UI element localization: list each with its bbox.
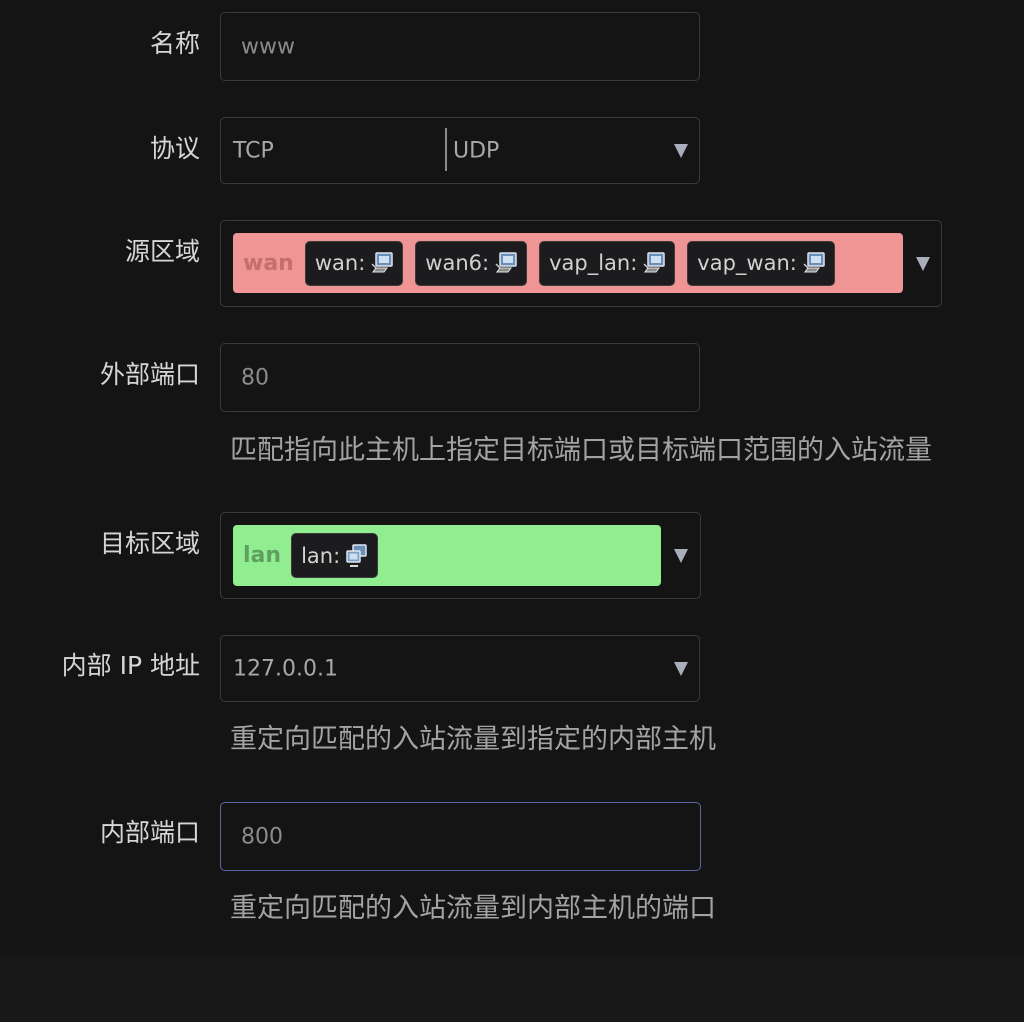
src-zone-label: 源区域	[124, 237, 200, 266]
port-forward-form: 名称 www 协议 TCP UDP 源区域 wan wan: wan6: vap…	[0, 0, 1024, 1022]
ext-port-hint: 匹配指向此主机上指定目标端口或目标端口范围的入站流量	[230, 435, 932, 466]
chip-label: wan6:	[425, 251, 490, 275]
ext-port-value: 80	[241, 365, 269, 390]
zone-chip-lan: lan:	[291, 533, 379, 578]
src-zone-badge: wan wan: wan6: vap_lan: vap_wan:	[233, 233, 903, 293]
network-interface-icon	[495, 252, 517, 273]
zone-chip-vap-lan: vap_lan:	[539, 240, 676, 286]
dest-zone-badge: lan lan:	[233, 525, 661, 586]
int-ip-select[interactable]: 127.0.0.1	[220, 635, 700, 702]
name-label: 名称	[149, 29, 200, 58]
protocol-option-udp[interactable]: UDP	[453, 138, 499, 163]
int-ip-hint: 重定向匹配的入站流量到指定的内部主机	[230, 724, 716, 755]
int-ip-label: 内部 IP 地址	[61, 651, 200, 680]
ext-port-label: 外部端口	[99, 360, 200, 389]
zone-chip-wan: wan:	[304, 240, 404, 286]
chevron-down-icon[interactable]	[916, 256, 930, 271]
src-zone-name: wan	[243, 250, 294, 276]
network-interface-icon	[803, 252, 825, 273]
name-input[interactable]: www	[220, 12, 700, 81]
protocol-select[interactable]: TCP UDP	[220, 117, 700, 184]
zone-chip-vap-wan: vap_wan:	[687, 240, 835, 286]
name-input-value: www	[241, 34, 295, 59]
int-port-hint: 重定向匹配的入站流量到内部主机的端口	[230, 893, 716, 924]
ext-port-input[interactable]: 80	[220, 343, 700, 412]
int-port-label: 内部端口	[99, 818, 200, 847]
footer-strip	[0, 955, 1024, 1022]
int-port-input[interactable]: 800	[220, 802, 701, 871]
protocol-label: 协议	[149, 134, 200, 163]
chevron-down-icon[interactable]	[674, 548, 688, 563]
chip-label: vap_lan:	[549, 251, 638, 275]
protocol-option-tcp[interactable]: TCP	[233, 138, 274, 163]
src-zone-select[interactable]: wan wan: wan6: vap_lan: vap_wan:	[220, 220, 942, 307]
chip-label: lan:	[301, 543, 341, 568]
dest-zone-label: 目标区域	[99, 529, 200, 558]
chevron-down-icon[interactable]	[674, 661, 688, 676]
dest-zone-name: lan	[243, 543, 282, 568]
zone-chip-wan6: wan6:	[415, 240, 528, 286]
int-ip-value: 127.0.0.1	[233, 656, 338, 681]
protocol-divider	[445, 128, 447, 171]
chip-label: wan:	[314, 251, 366, 275]
network-interface-icon	[346, 543, 367, 567]
chip-label: vap_wan:	[697, 251, 797, 275]
dest-zone-select[interactable]: lan lan:	[220, 512, 701, 599]
network-interface-icon	[371, 252, 394, 273]
network-interface-icon	[643, 252, 666, 273]
int-port-value: 800	[241, 824, 283, 849]
chevron-down-icon[interactable]	[674, 143, 688, 158]
